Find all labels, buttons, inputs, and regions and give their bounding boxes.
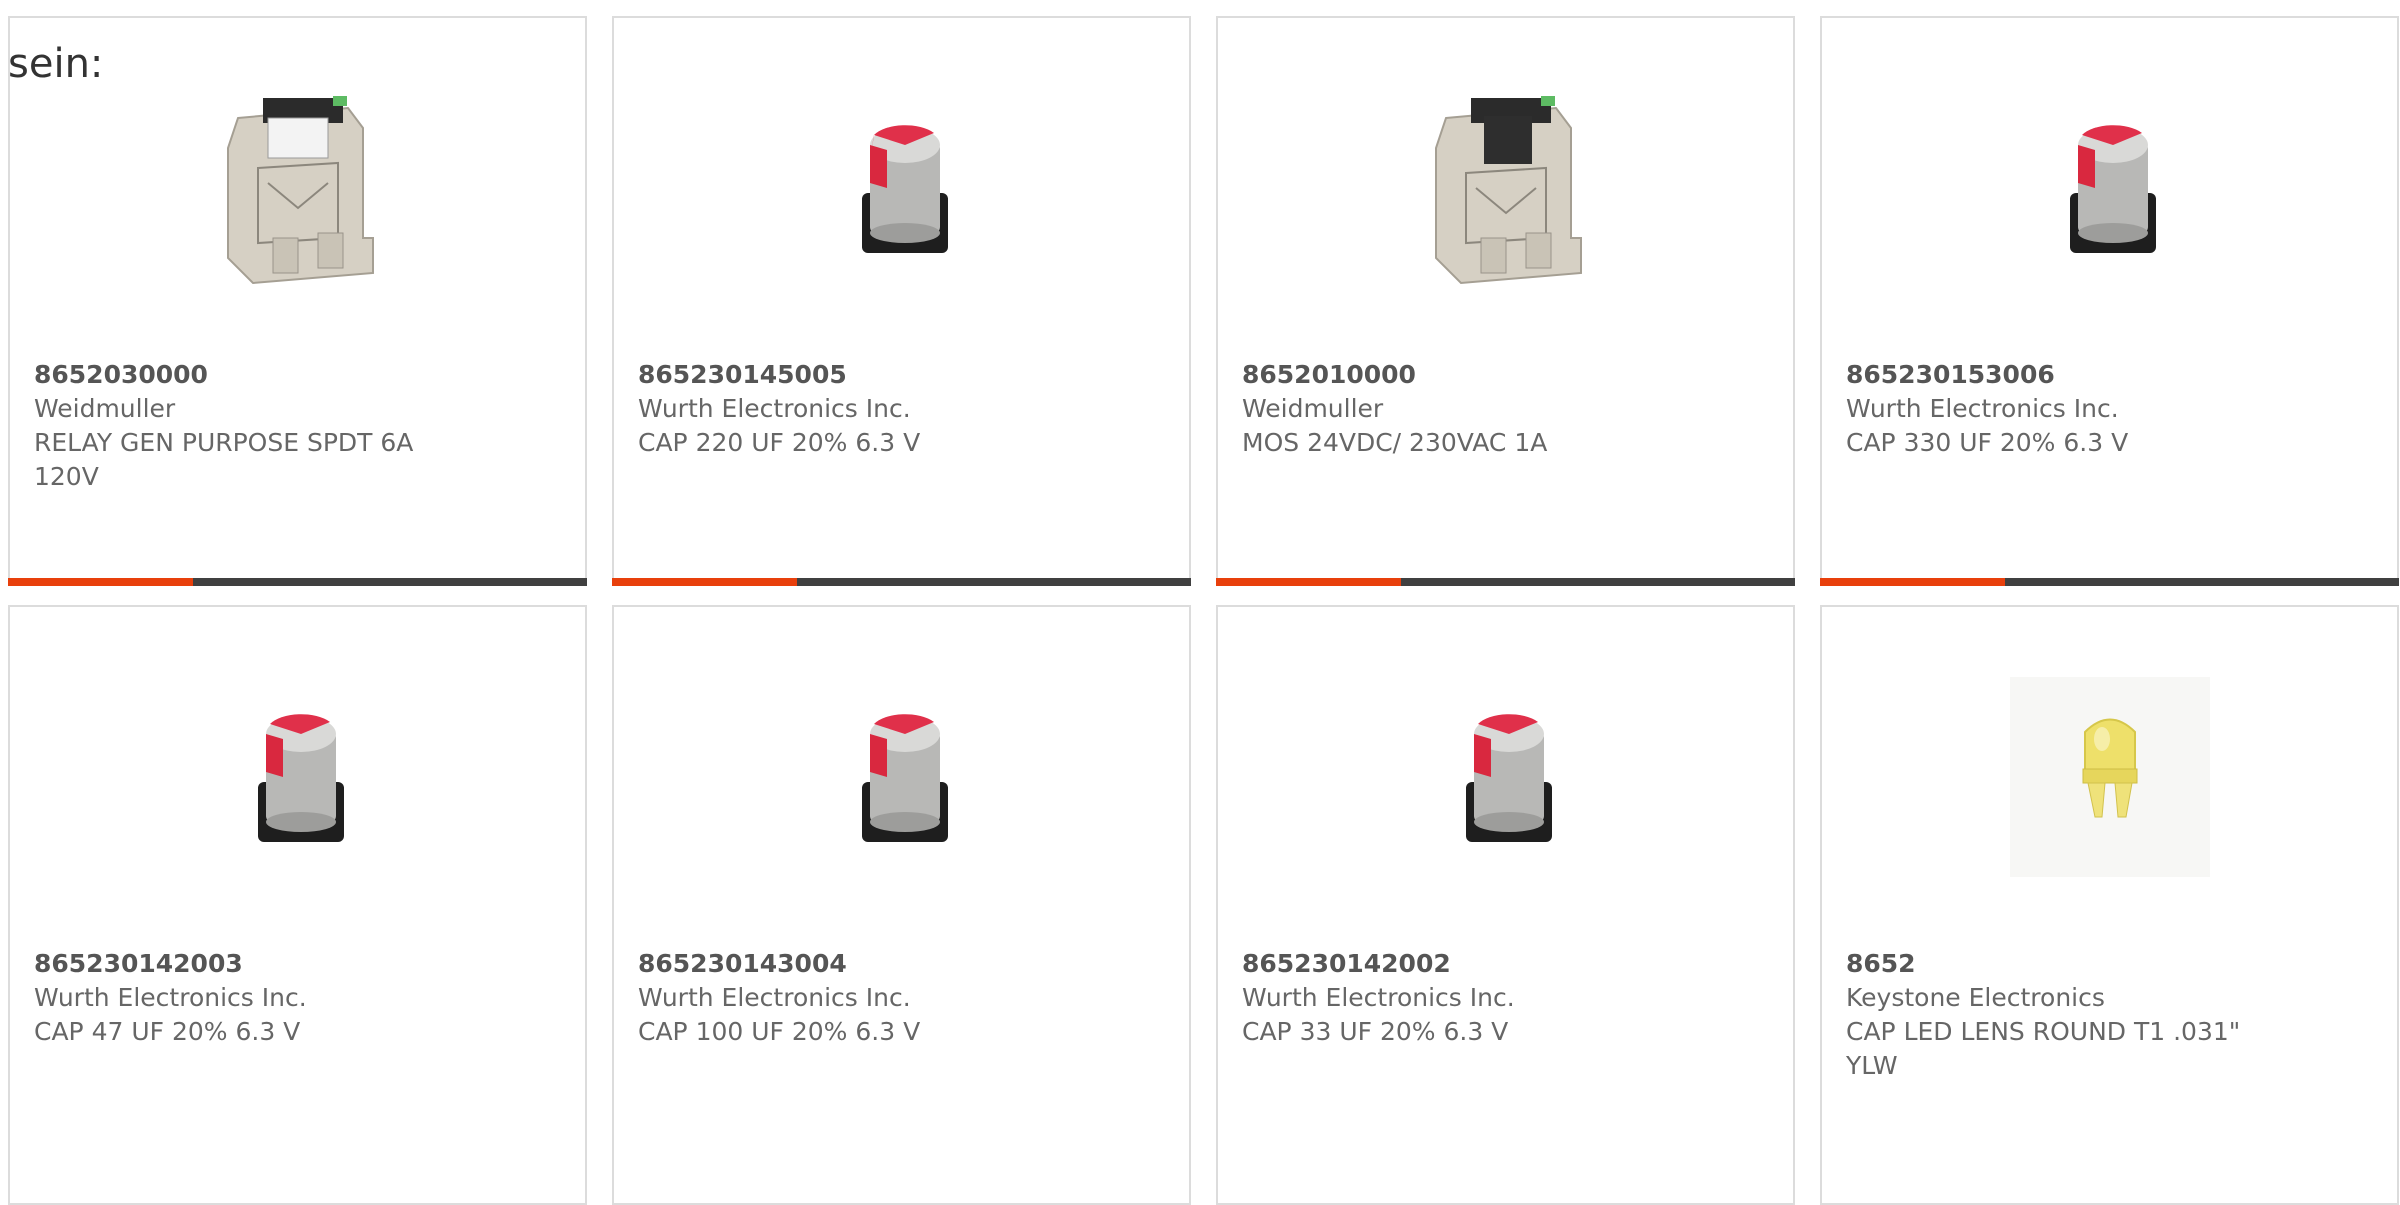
product-card[interactable]: 865230145005 Wurth Electronics Inc. CAP … [612, 16, 1191, 586]
manufacturer: Weidmuller [1242, 394, 1384, 423]
capacitor-image [1406, 677, 1606, 877]
description: CAP 33 UF 20% 6.3 V [1242, 1017, 1509, 1046]
progress-fill [612, 578, 798, 586]
capacitor-image [2010, 88, 2210, 288]
progress-bar [612, 578, 1191, 586]
part-number[interactable]: 865230145005 [638, 358, 1165, 392]
product-info: 865230145005 Wurth Electronics Inc. CAP … [638, 358, 1165, 460]
led-lens-image [2010, 677, 2210, 877]
product-card[interactable]: 8652030000 Weidmuller RELAY GEN PURPOSE … [8, 16, 587, 586]
description: RELAY GEN PURPOSE SPDT 6A 120V [34, 428, 414, 491]
product-info: 8652030000 Weidmuller RELAY GEN PURPOSE … [34, 358, 561, 494]
description: CAP LED LENS ROUND T1 .031" YLW [1846, 1017, 2241, 1080]
product-info: 8652 Keystone Electronics CAP LED LENS R… [1846, 947, 2373, 1083]
part-number[interactable]: 8652030000 [34, 358, 561, 392]
product-info: 865230142002 Wurth Electronics Inc. CAP … [1242, 947, 1769, 1049]
part-number[interactable]: 865230142002 [1242, 947, 1769, 981]
description: CAP 330 UF 20% 6.3 V [1846, 428, 2129, 457]
product-info: 865230153006 Wurth Electronics Inc. CAP … [1846, 358, 2373, 460]
manufacturer: Weidmuller [34, 394, 176, 423]
part-number[interactable]: 865230143004 [638, 947, 1165, 981]
manufacturer: Wurth Electronics Inc. [1846, 394, 2119, 423]
part-number[interactable]: 8652 [1846, 947, 2373, 981]
manufacturer: Wurth Electronics Inc. [638, 394, 911, 423]
manufacturer: Wurth Electronics Inc. [1242, 983, 1515, 1012]
product-info: 865230143004 Wurth Electronics Inc. CAP … [638, 947, 1165, 1049]
description: CAP 47 UF 20% 6.3 V [34, 1017, 301, 1046]
product-card[interactable]: 865230143004 Wurth Electronics Inc. CAP … [612, 605, 1191, 1205]
part-number[interactable]: 865230142003 [34, 947, 561, 981]
progress-fill [1820, 578, 2006, 586]
page-label: sein: [8, 41, 104, 87]
relay-image [198, 88, 398, 288]
progress-bar [1216, 578, 1795, 586]
progress-bar [1820, 578, 2399, 586]
manufacturer: Wurth Electronics Inc. [34, 983, 307, 1012]
product-grid: 8652030000 Weidmuller RELAY GEN PURPOSE … [8, 16, 2400, 1205]
product-info: 8652010000 Weidmuller MOS 24VDC/ 230VAC … [1242, 358, 1769, 460]
description: MOS 24VDC/ 230VAC 1A [1242, 428, 1548, 457]
capacitor-image [802, 88, 1002, 288]
manufacturer: Wurth Electronics Inc. [638, 983, 911, 1012]
product-card[interactable]: 865230153006 Wurth Electronics Inc. CAP … [1820, 16, 2399, 586]
manufacturer: Keystone Electronics [1846, 983, 2105, 1012]
product-card[interactable]: 865230142002 Wurth Electronics Inc. CAP … [1216, 605, 1795, 1205]
capacitor-image [802, 677, 1002, 877]
description: CAP 100 UF 20% 6.3 V [638, 1017, 921, 1046]
product-card[interactable]: 8652010000 Weidmuller MOS 24VDC/ 230VAC … [1216, 16, 1795, 586]
progress-fill [8, 578, 194, 586]
part-number[interactable]: 865230153006 [1846, 358, 2373, 392]
capacitor-image [198, 677, 398, 877]
product-card[interactable]: 865230142003 Wurth Electronics Inc. CAP … [8, 605, 587, 1205]
relay-image [1406, 88, 1606, 288]
product-card[interactable]: 8652 Keystone Electronics CAP LED LENS R… [1820, 605, 2399, 1205]
progress-fill [1216, 578, 1402, 586]
part-number[interactable]: 8652010000 [1242, 358, 1769, 392]
progress-bar [8, 578, 587, 586]
description: CAP 220 UF 20% 6.3 V [638, 428, 921, 457]
product-info: 865230142003 Wurth Electronics Inc. CAP … [34, 947, 561, 1049]
